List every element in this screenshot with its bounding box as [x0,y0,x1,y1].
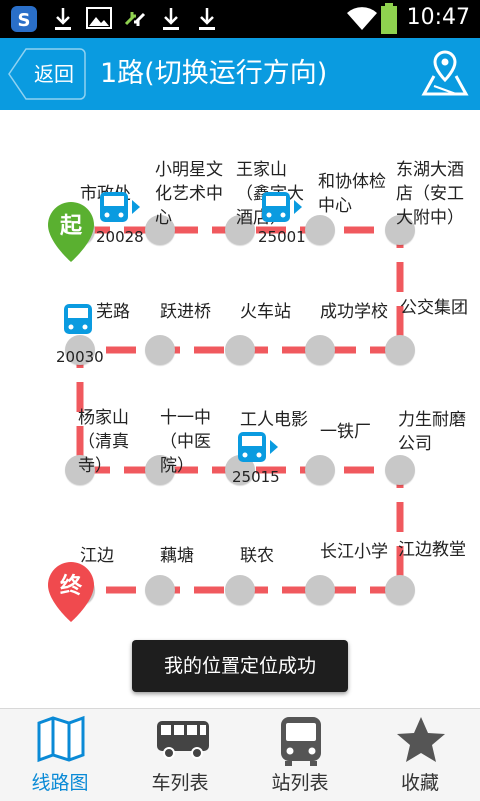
stop-label: 公交集团 [400,298,468,318]
bus-marker-icon[interactable] [260,190,304,224]
end-pin: 终 [46,560,96,624]
bus-icon [157,721,209,759]
stop-label: 和协体检中心 [318,172,386,216]
bus-number: 25001 [258,228,306,246]
battery-icon [381,3,397,34]
wifi-icon [347,7,377,30]
back-button[interactable]: 返回 [8,48,86,100]
bus-marker-icon[interactable] [62,302,106,336]
tab-label: 站列表 [271,772,329,794]
stop-marker[interactable] [385,575,415,605]
bus-number: 25015 [232,468,280,486]
download-icon [163,8,179,30]
stop-label: 小明星文化艺术中心 [155,160,223,228]
sync-icon [124,12,146,26]
end-badge: 终 [59,574,82,599]
toast-message: 我的位置定位成功 [132,640,348,692]
tab-favorites[interactable]: 收藏 [360,709,480,801]
svg-text:S: S [18,10,31,31]
stop-label: 联农 [240,546,274,566]
stop-label: 江边教堂 [398,540,466,560]
bottom-tab-bar: 线路图 车列表 站列表 收藏 [0,708,480,801]
stop-marker[interactable] [145,335,175,365]
status-bar: S 10:47 [0,0,480,38]
stop-label: 东湖大酒店（安工大附中） [396,160,464,228]
stop-marker[interactable] [305,455,335,485]
bus-number: 20030 [56,348,104,366]
bus-marker-icon[interactable] [236,430,280,464]
map-location-icon [421,50,469,96]
download-icon [55,8,71,30]
image-icon [86,7,112,29]
stop-marker[interactable] [305,335,335,365]
stop-label: 杨家山（清真寺） [78,408,129,476]
clock: 10:47 [406,5,470,30]
tab-route-map[interactable]: 线路图 [0,709,120,801]
stop-label: 一铁厂 [320,422,371,442]
tab-station-list[interactable]: 站列表 [240,709,360,801]
stop-label: 力生耐磨公司 [398,410,466,454]
stop-label: 十一中（中医院） [160,408,211,476]
bus-front-icon [281,717,321,766]
page-title[interactable]: 1路(切换运行方向) [100,38,400,110]
tab-label: 车列表 [151,772,209,794]
tab-label: 线路图 [31,772,89,794]
stop-label: 跃进桥 [160,302,211,322]
app-icon: S [11,6,37,32]
stop-marker[interactable] [305,575,335,605]
download-icon [199,8,215,30]
stop-label: 工人电影 [240,410,308,430]
map-icon [37,715,85,763]
stop-marker[interactable] [385,455,415,485]
start-badge: 起 [59,214,82,239]
tab-bus-list[interactable]: 车列表 [120,709,240,801]
start-pin: 起 [46,200,96,264]
back-label: 返回 [34,62,74,86]
bus-marker-icon[interactable] [98,190,142,224]
map-location-button[interactable] [420,48,470,100]
header-bar: 返回 1路(切换运行方向) [0,38,480,110]
tab-label: 收藏 [400,772,439,794]
star-icon [397,717,445,762]
stop-label: 成功学校 [320,302,388,322]
stop-marker[interactable] [225,575,255,605]
stop-label: 火车站 [240,302,291,322]
stop-label: 长江小学 [320,542,388,562]
route-map: 市政处 小明星文化艺术中心 王家山（鑫宇大酒店） 和协体检中心 东湖大酒店（安工… [0,110,480,708]
stop-marker[interactable] [145,575,175,605]
stop-marker[interactable] [225,335,255,365]
stop-label: 藕塘 [160,546,194,566]
bus-number: 20028 [96,228,144,246]
stop-marker[interactable] [385,335,415,365]
